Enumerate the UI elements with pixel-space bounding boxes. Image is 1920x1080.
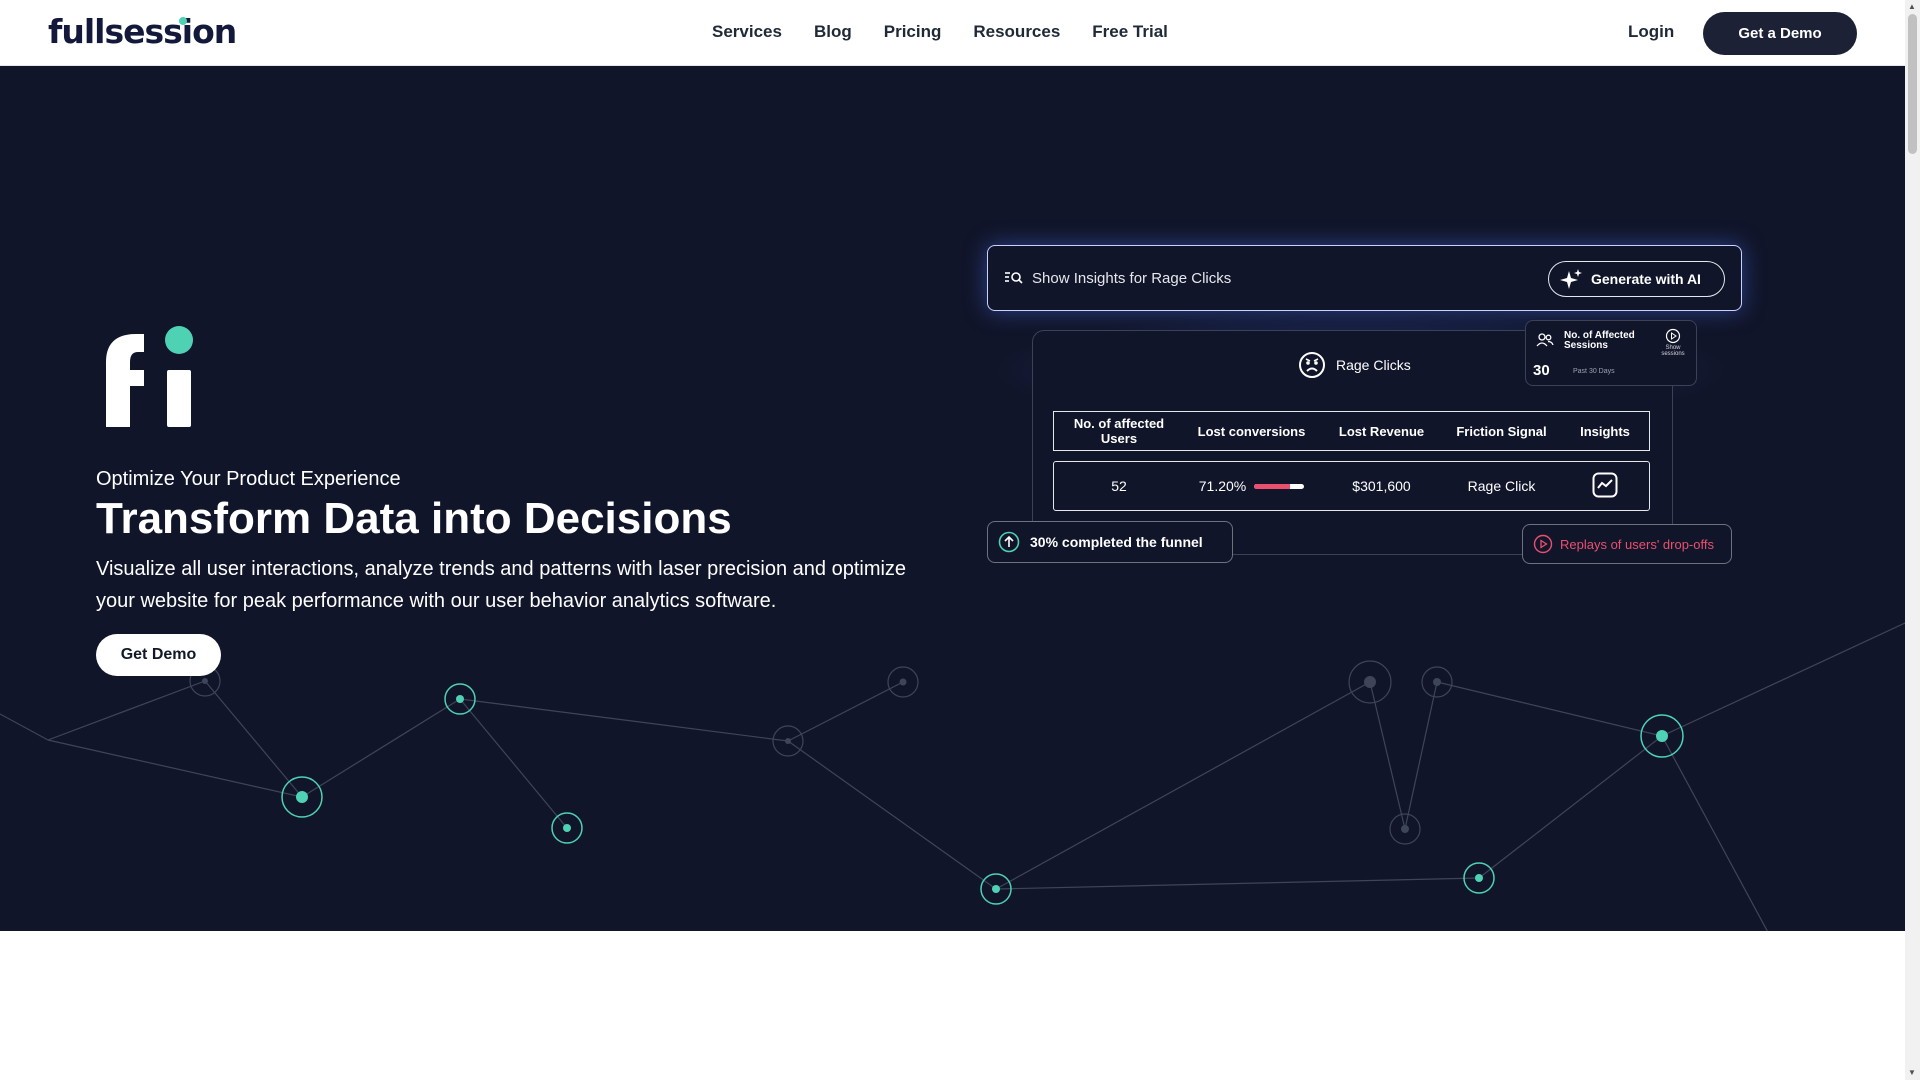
angry-face-icon <box>1299 352 1325 378</box>
replays-button[interactable]: Replays of users' drop-offs <box>1522 524 1732 564</box>
generate-with-ai-button[interactable]: Generate with AI <box>1548 261 1725 297</box>
card-title: Rage Clicks <box>1298 351 1411 379</box>
card-title-label: Rage Clicks <box>1336 357 1411 373</box>
column-header-revenue: Lost Revenue <box>1338 423 1425 439</box>
hero-description: Visualize all user interactions, analyze… <box>96 558 907 612</box>
hero-eyebrow: Optimize Your Product Experience <box>96 468 401 490</box>
get-demo-button[interactable]: Get Demo <box>96 634 221 676</box>
fi-logo-icon <box>106 326 193 427</box>
cell-signal: Rage Click <box>1467 478 1536 494</box>
arrow-up-circle-icon <box>998 531 1020 553</box>
table-row: 52 71.20% $301,600 Rage Click <box>1053 461 1650 511</box>
column-header-insights: Insights <box>1580 423 1630 439</box>
sessions-count: 30 <box>1533 362 1550 379</box>
sessions-title: No. of Affected Sessions <box>1564 330 1635 351</box>
nav-link-free-trial[interactable]: Free Trial <box>1092 22 1168 42</box>
cell-users: 52 <box>1111 478 1127 494</box>
nav-link-services[interactable]: Services <box>712 22 782 42</box>
nav-link-resources[interactable]: Resources <box>973 22 1060 42</box>
conversions-progress-fill <box>1254 483 1290 489</box>
column-header-users: No. of affected Users <box>1073 416 1165 446</box>
affected-sessions-card: No. of Affected Sessions 30 Past 30 Days… <box>1525 320 1697 386</box>
show-sessions-link[interactable]: Show sessions <box>1657 345 1689 357</box>
brand-logo[interactable]: fullsession <box>48 12 237 51</box>
column-header-signal: Friction Signal <box>1456 423 1547 439</box>
funnel-label: 30% completed the funnel <box>1030 534 1203 550</box>
network-nodes <box>189 660 1684 905</box>
page-scrollbar[interactable]: ▲ ▼ <box>1905 0 1920 1080</box>
play-circle-icon[interactable] <box>1665 328 1681 344</box>
column-header-conversions: Lost conversions <box>1197 423 1306 439</box>
replays-label: Replays of users' drop-offs <box>1560 536 1714 552</box>
cell-revenue: $301,600 <box>1352 478 1411 494</box>
table-header: No. of affected Users Lost conversions L… <box>1053 411 1650 451</box>
insights-search-bar[interactable]: Show Insights for Rage Clicks Generate w… <box>987 245 1742 311</box>
conversions-value: 71.20% <box>1198 478 1247 494</box>
play-icon <box>1533 534 1553 554</box>
scroll-up-arrow-icon[interactable]: ▲ <box>1908 2 1916 11</box>
login-link[interactable]: Login <box>1628 22 1674 42</box>
cell-insights[interactable] <box>1559 472 1651 501</box>
brand-logo-text: fullsession <box>48 12 237 51</box>
sparkle-icon <box>1560 269 1582 289</box>
page: fullsession Services Blog Pricing Resour… <box>0 0 1920 1080</box>
insights-search-label: Show Insights for Rage Clicks <box>1032 270 1232 287</box>
main-menu: Services Blog Pricing Resources Free Tri… <box>712 22 1168 42</box>
nav-link-pricing[interactable]: Pricing <box>884 22 942 42</box>
conversions-progress-bar <box>1254 483 1305 489</box>
users-icon <box>1536 333 1554 347</box>
nav-link-blog[interactable]: Blog <box>814 22 852 42</box>
top-navigation: fullsession Services Blog Pricing Resour… <box>0 0 1905 66</box>
trend-chart-icon[interactable] <box>1592 472 1618 498</box>
scroll-down-arrow-icon[interactable]: ▼ <box>1908 1068 1916 1077</box>
logo-dot-icon <box>179 17 187 25</box>
hero-headline: Transform Data into Decisions <box>96 494 732 543</box>
search-list-icon <box>1005 272 1023 284</box>
sessions-period: Past 30 Days <box>1573 368 1615 375</box>
generate-with-ai-label: Generate with AI <box>1591 271 1701 287</box>
cell-conversions: 71.20% <box>1184 478 1319 494</box>
get-a-demo-button[interactable]: Get a Demo <box>1703 12 1857 55</box>
funnel-badge: 30% completed the funnel <box>987 521 1233 563</box>
scroll-thumb[interactable] <box>1908 14 1917 154</box>
